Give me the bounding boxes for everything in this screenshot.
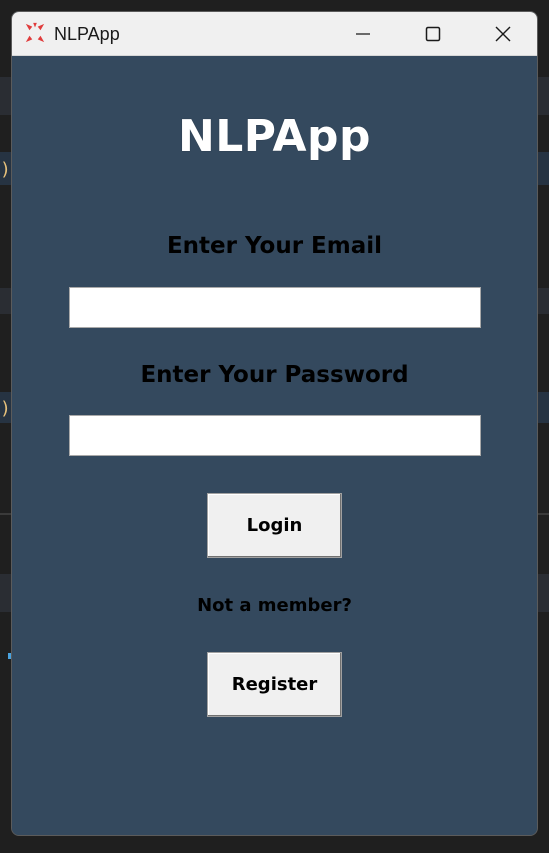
background-paren: )	[0, 398, 11, 419]
app-window: NLPApp NLPApp Enter Your Email Enter You…	[11, 11, 538, 836]
minimize-button[interactable]	[328, 12, 398, 56]
minimize-icon	[356, 33, 370, 35]
register-button[interactable]: Register	[207, 652, 342, 717]
angry-burst-icon	[25, 22, 45, 43]
close-icon	[495, 26, 511, 42]
email-input[interactable]	[69, 287, 481, 328]
member-prompt: Not a member?	[197, 595, 352, 616]
email-label: Enter Your Email	[166, 233, 383, 259]
window-title: NLPApp	[54, 24, 120, 44]
app-heading: NLPApp	[177, 111, 372, 162]
password-label: Enter Your Password	[140, 362, 409, 388]
login-button[interactable]: Login	[207, 493, 342, 558]
close-button[interactable]	[468, 12, 537, 56]
title-bar[interactable]: NLPApp	[12, 12, 537, 56]
maximize-button[interactable]	[398, 12, 468, 56]
password-input[interactable]	[69, 415, 481, 456]
background-paren: )	[0, 159, 11, 180]
login-form: NLPApp Enter Your Email Enter Your Passw…	[12, 56, 537, 835]
maximize-icon	[425, 26, 441, 42]
